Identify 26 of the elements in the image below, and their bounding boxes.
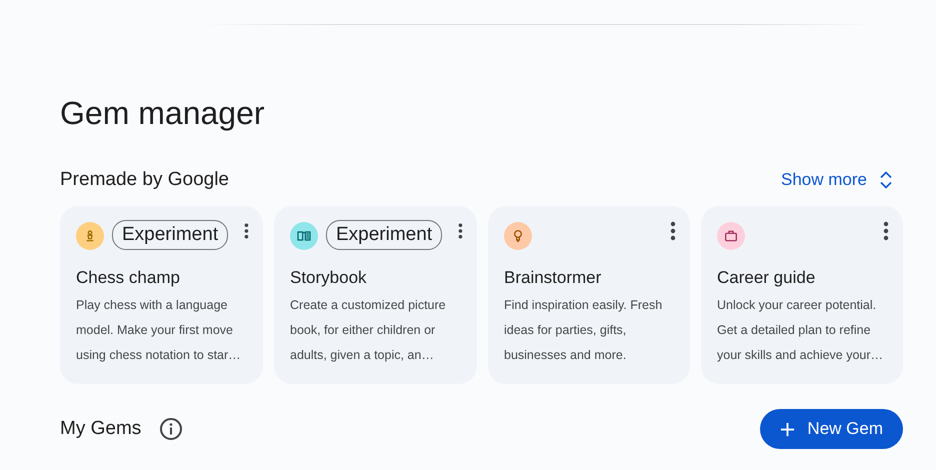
gem-description: Unlock your career potential. Get a detailed plan to refine your skills and achieve your… (717, 297, 884, 364)
new-gem-button[interactable]: New Gem (760, 409, 903, 449)
gem-description: Play chess with a language model. Make your first move using chess notation to star… (76, 297, 242, 364)
page-title: Gem manager (60, 94, 266, 133)
more-options-icon[interactable] (458, 221, 463, 241)
gem-description: Create a customized picture book, for either children or adults, given a topic, an… (290, 297, 447, 364)
info-icon[interactable] (159, 417, 184, 441)
gem-card[interactable]: Experiment Chess champ Play chess with a language model. Make your first move using chess notation to star… (60, 206, 263, 384)
gem-card[interactable]: Brainstormer Find inspiration easily. Fresh ideas for parties, gifts, businesses and more. (488, 206, 690, 384)
experiment-badge: Experiment (112, 220, 228, 250)
more-options-icon[interactable] (670, 221, 676, 241)
more-options-icon[interactable] (244, 221, 249, 241)
expand-icon (879, 170, 893, 190)
gem-card[interactable]: Career guide Unlock your career potential. Get a detailed plan to refine your skills and achieve your… (701, 206, 903, 384)
gem-name: Chess champ (76, 267, 181, 289)
experiment-badge: Experiment (326, 220, 442, 250)
gem-name: Storybook (290, 267, 368, 289)
gem-card[interactable]: Experiment Storybook Create a customized picture book, for either children or adults, given a topic, an… (274, 206, 477, 384)
more-options-icon[interactable] (883, 221, 889, 241)
section-heading: Premade by Google (60, 169, 229, 191)
gem-name: Brainstormer (504, 267, 602, 289)
gem-name: Career guide (717, 267, 816, 289)
plus-icon (780, 422, 796, 436)
show-more-button[interactable]: Show more (781, 170, 893, 190)
gem-description: Find inspiration easily. Fresh ideas for parties, gifts, businesses and more. (504, 297, 664, 364)
section-heading: My Gems (60, 418, 142, 440)
